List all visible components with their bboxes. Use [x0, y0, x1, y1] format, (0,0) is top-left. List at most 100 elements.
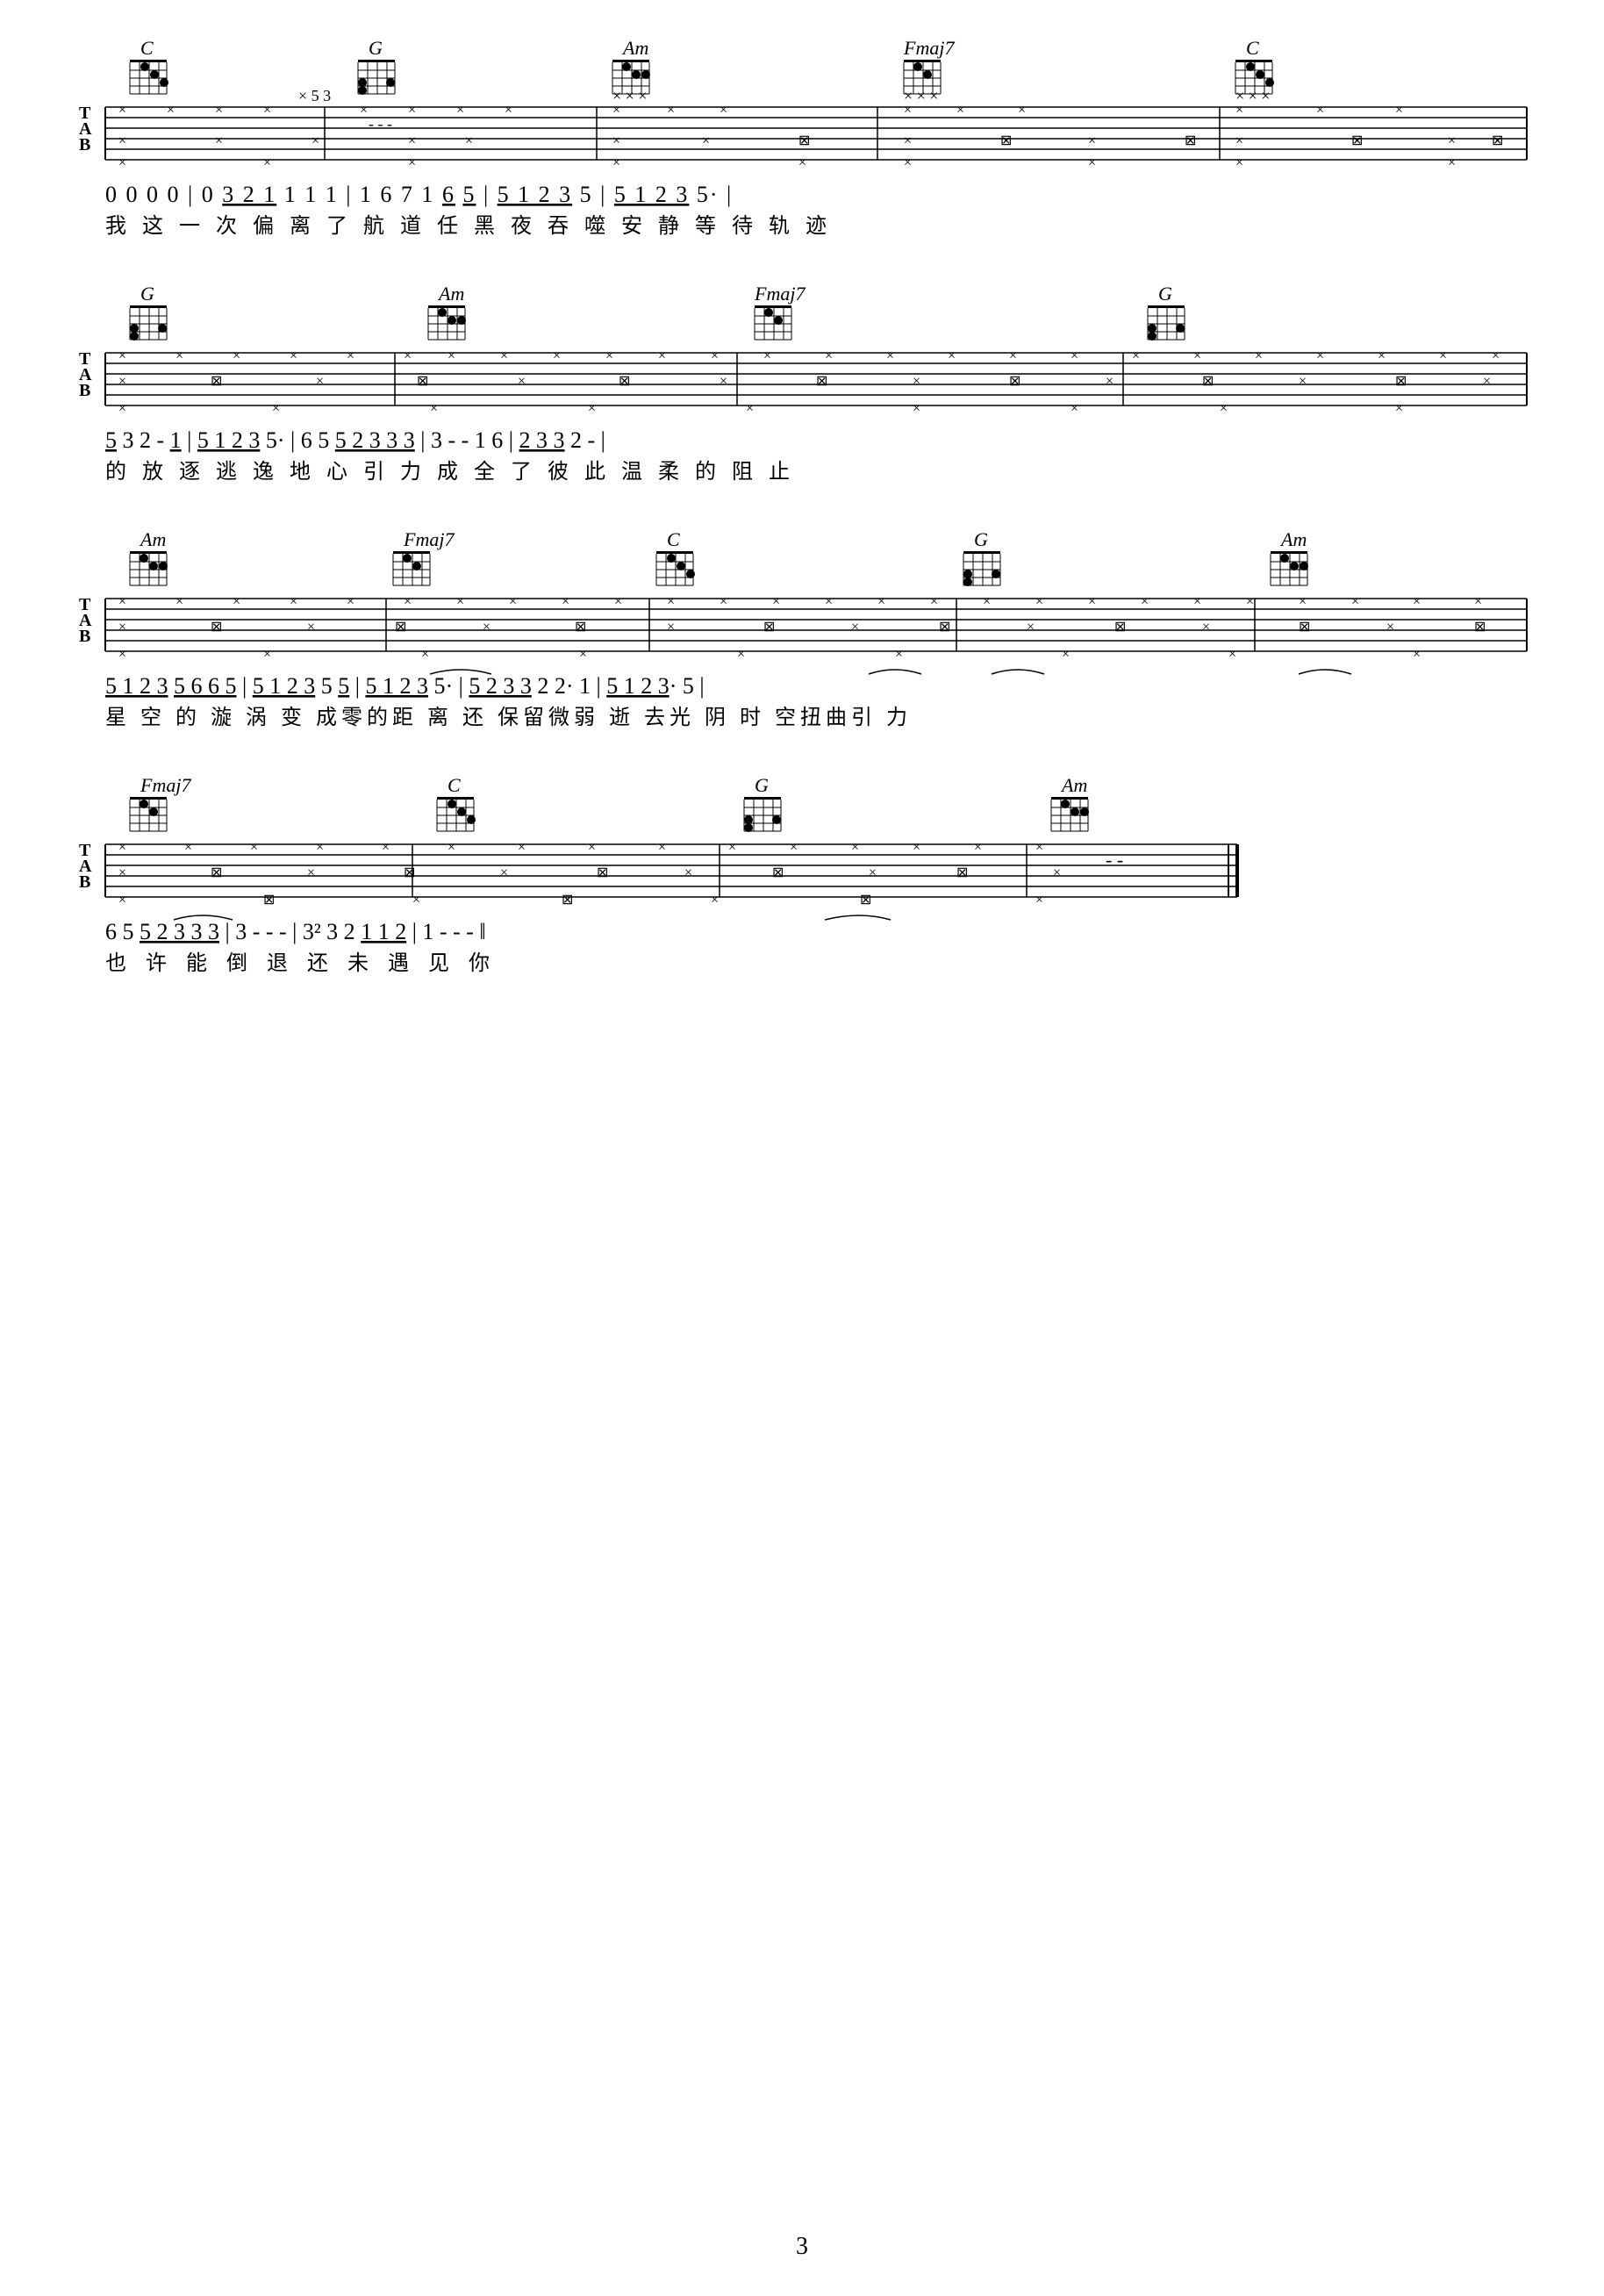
svg-text:×: ×: [1235, 133, 1243, 148]
svg-text:×: ×: [465, 133, 473, 148]
svg-text:×: ×: [1062, 647, 1070, 662]
svg-text:×: ×: [913, 840, 920, 855]
svg-text:×: ×: [711, 893, 719, 908]
svg-text:C: C: [667, 528, 680, 550]
svg-text:×: ×: [684, 865, 692, 880]
svg-text:×: ×: [974, 840, 982, 855]
svg-text:×: ×: [904, 103, 912, 118]
section-4: Fmaj7 C: [70, 772, 1534, 1018]
svg-text:⊠: ⊠: [763, 620, 775, 635]
svg-text:×: ×: [904, 133, 912, 148]
svg-text:⊠: ⊠: [211, 865, 222, 880]
svg-text:⊠: ⊠: [211, 374, 222, 389]
svg-text:×: ×: [118, 865, 126, 880]
svg-text:×: ×: [233, 348, 240, 363]
svg-text:B: B: [79, 627, 90, 646]
svg-text:×: ×: [1053, 865, 1061, 880]
svg-text:⊠: ⊠: [860, 893, 871, 908]
section-3-svg: Am Fmaj7: [70, 527, 1534, 772]
svg-text:×: ×: [790, 840, 798, 855]
svg-text:C: C: [448, 774, 461, 796]
svg-text:×: ×: [1395, 103, 1403, 118]
svg-text:⊠: ⊠: [575, 620, 586, 635]
svg-text:×: ×: [307, 620, 315, 635]
svg-text:×: ×: [553, 348, 561, 363]
page: C G: [0, 0, 1604, 2296]
svg-text:×: ×: [456, 594, 464, 609]
svg-text:×: ×: [1027, 620, 1035, 635]
svg-text:×: ×: [1316, 348, 1324, 363]
svg-text:- - -: - - -: [369, 115, 392, 133]
svg-text:×: ×: [1378, 348, 1386, 363]
svg-text:×: ×: [412, 893, 420, 908]
svg-text:Am: Am: [139, 528, 166, 550]
svg-text:Am: Am: [1279, 528, 1307, 550]
svg-text:×: ×: [763, 348, 771, 363]
svg-text:×: ×: [1009, 348, 1017, 363]
svg-text:×: ×: [505, 103, 512, 118]
svg-text:×: ×: [825, 594, 833, 609]
svg-text:Fmaj7: Fmaj7: [903, 37, 955, 59]
svg-text:⊠: ⊠: [597, 865, 608, 880]
svg-text:×: ×: [1351, 594, 1359, 609]
section-2: G Am: [70, 281, 1534, 527]
section-3: Am Fmaj7: [70, 527, 1534, 772]
svg-text:×: ×: [500, 865, 508, 880]
svg-text:C: C: [140, 37, 154, 59]
svg-text:×: ×: [118, 348, 126, 363]
svg-text:×: ×: [1448, 155, 1456, 170]
svg-text:×: ×: [1088, 133, 1096, 148]
svg-text:×: ×: [456, 103, 464, 118]
svg-text:×: ×: [720, 103, 727, 118]
svg-text:×: ×: [825, 348, 833, 363]
svg-text:×: ×: [118, 133, 126, 148]
svg-text:×: ×: [483, 620, 491, 635]
svg-text:6 5 5 2 3 3 3 | 3 -: 6 5 5 2 3 3 3 | 3 - - - | 3² 3 2 1 1 2 |…: [105, 919, 486, 944]
svg-text:- -: - -: [1106, 849, 1123, 871]
svg-text:×: ×: [877, 594, 885, 609]
svg-text:×: ×: [1246, 594, 1254, 609]
svg-text:×: ×: [667, 594, 675, 609]
svg-text:Fmaj7: Fmaj7: [754, 283, 806, 305]
svg-text:B: B: [79, 381, 90, 400]
svg-text:B: B: [79, 135, 90, 154]
svg-text:×: ×: [1088, 155, 1096, 170]
svg-text:×: ×: [382, 840, 390, 855]
svg-text:⊠: ⊠: [562, 893, 573, 908]
svg-text:B: B: [79, 872, 90, 892]
svg-text:×: ×: [1018, 103, 1026, 118]
svg-text:×: ×: [1106, 374, 1113, 389]
svg-text:×: ×: [605, 348, 613, 363]
svg-text:×: ×: [263, 103, 271, 118]
svg-text:×: ×: [720, 374, 727, 389]
svg-text:⊠: ⊠: [798, 133, 810, 148]
svg-text:G: G: [974, 528, 988, 550]
svg-text:×: ×: [614, 594, 622, 609]
svg-text:×: ×: [1316, 103, 1324, 118]
svg-text:×: ×: [658, 348, 666, 363]
svg-text:G: G: [140, 283, 154, 305]
svg-text:×: ×: [118, 374, 126, 389]
svg-text:×: ×: [1071, 348, 1078, 363]
svg-text:×: ×: [518, 840, 526, 855]
svg-text:×: ×: [612, 155, 620, 170]
svg-text:×: ×: [895, 647, 903, 662]
svg-text:⊠: ⊠: [263, 893, 275, 908]
svg-text:× 5 3: × 5 3: [298, 87, 331, 104]
svg-text:×: ×: [983, 594, 991, 609]
svg-text:×: ×: [562, 594, 569, 609]
svg-text:×: ×: [612, 103, 620, 118]
svg-text:×: ×: [118, 155, 126, 170]
svg-text:5 1 2 3 5 6 6 5 | 5: 5 1 2 3 5 6 6 5 | 5 1 2 3 5 5 | 5 1 2 3 …: [105, 673, 705, 699]
svg-text:的 放 逐 逃 逸 地 心 引 力 成 全: 的 放 逐 逃 逸 地 心 引 力 成 全 了 彼 此 温 柔 的 阻 止: [105, 460, 795, 484]
svg-text:×: ×: [1088, 594, 1096, 609]
svg-text:⊠: ⊠: [417, 374, 428, 389]
svg-text:×: ×: [430, 401, 438, 416]
svg-text:×: ×: [1235, 155, 1243, 170]
svg-text:×: ×: [1413, 647, 1421, 662]
svg-text:×: ×: [667, 620, 675, 635]
svg-text:×: ×: [851, 840, 859, 855]
svg-text:×: ×: [118, 893, 126, 908]
svg-text:×: ×: [118, 103, 126, 118]
page-number: 3: [796, 2233, 808, 2261]
